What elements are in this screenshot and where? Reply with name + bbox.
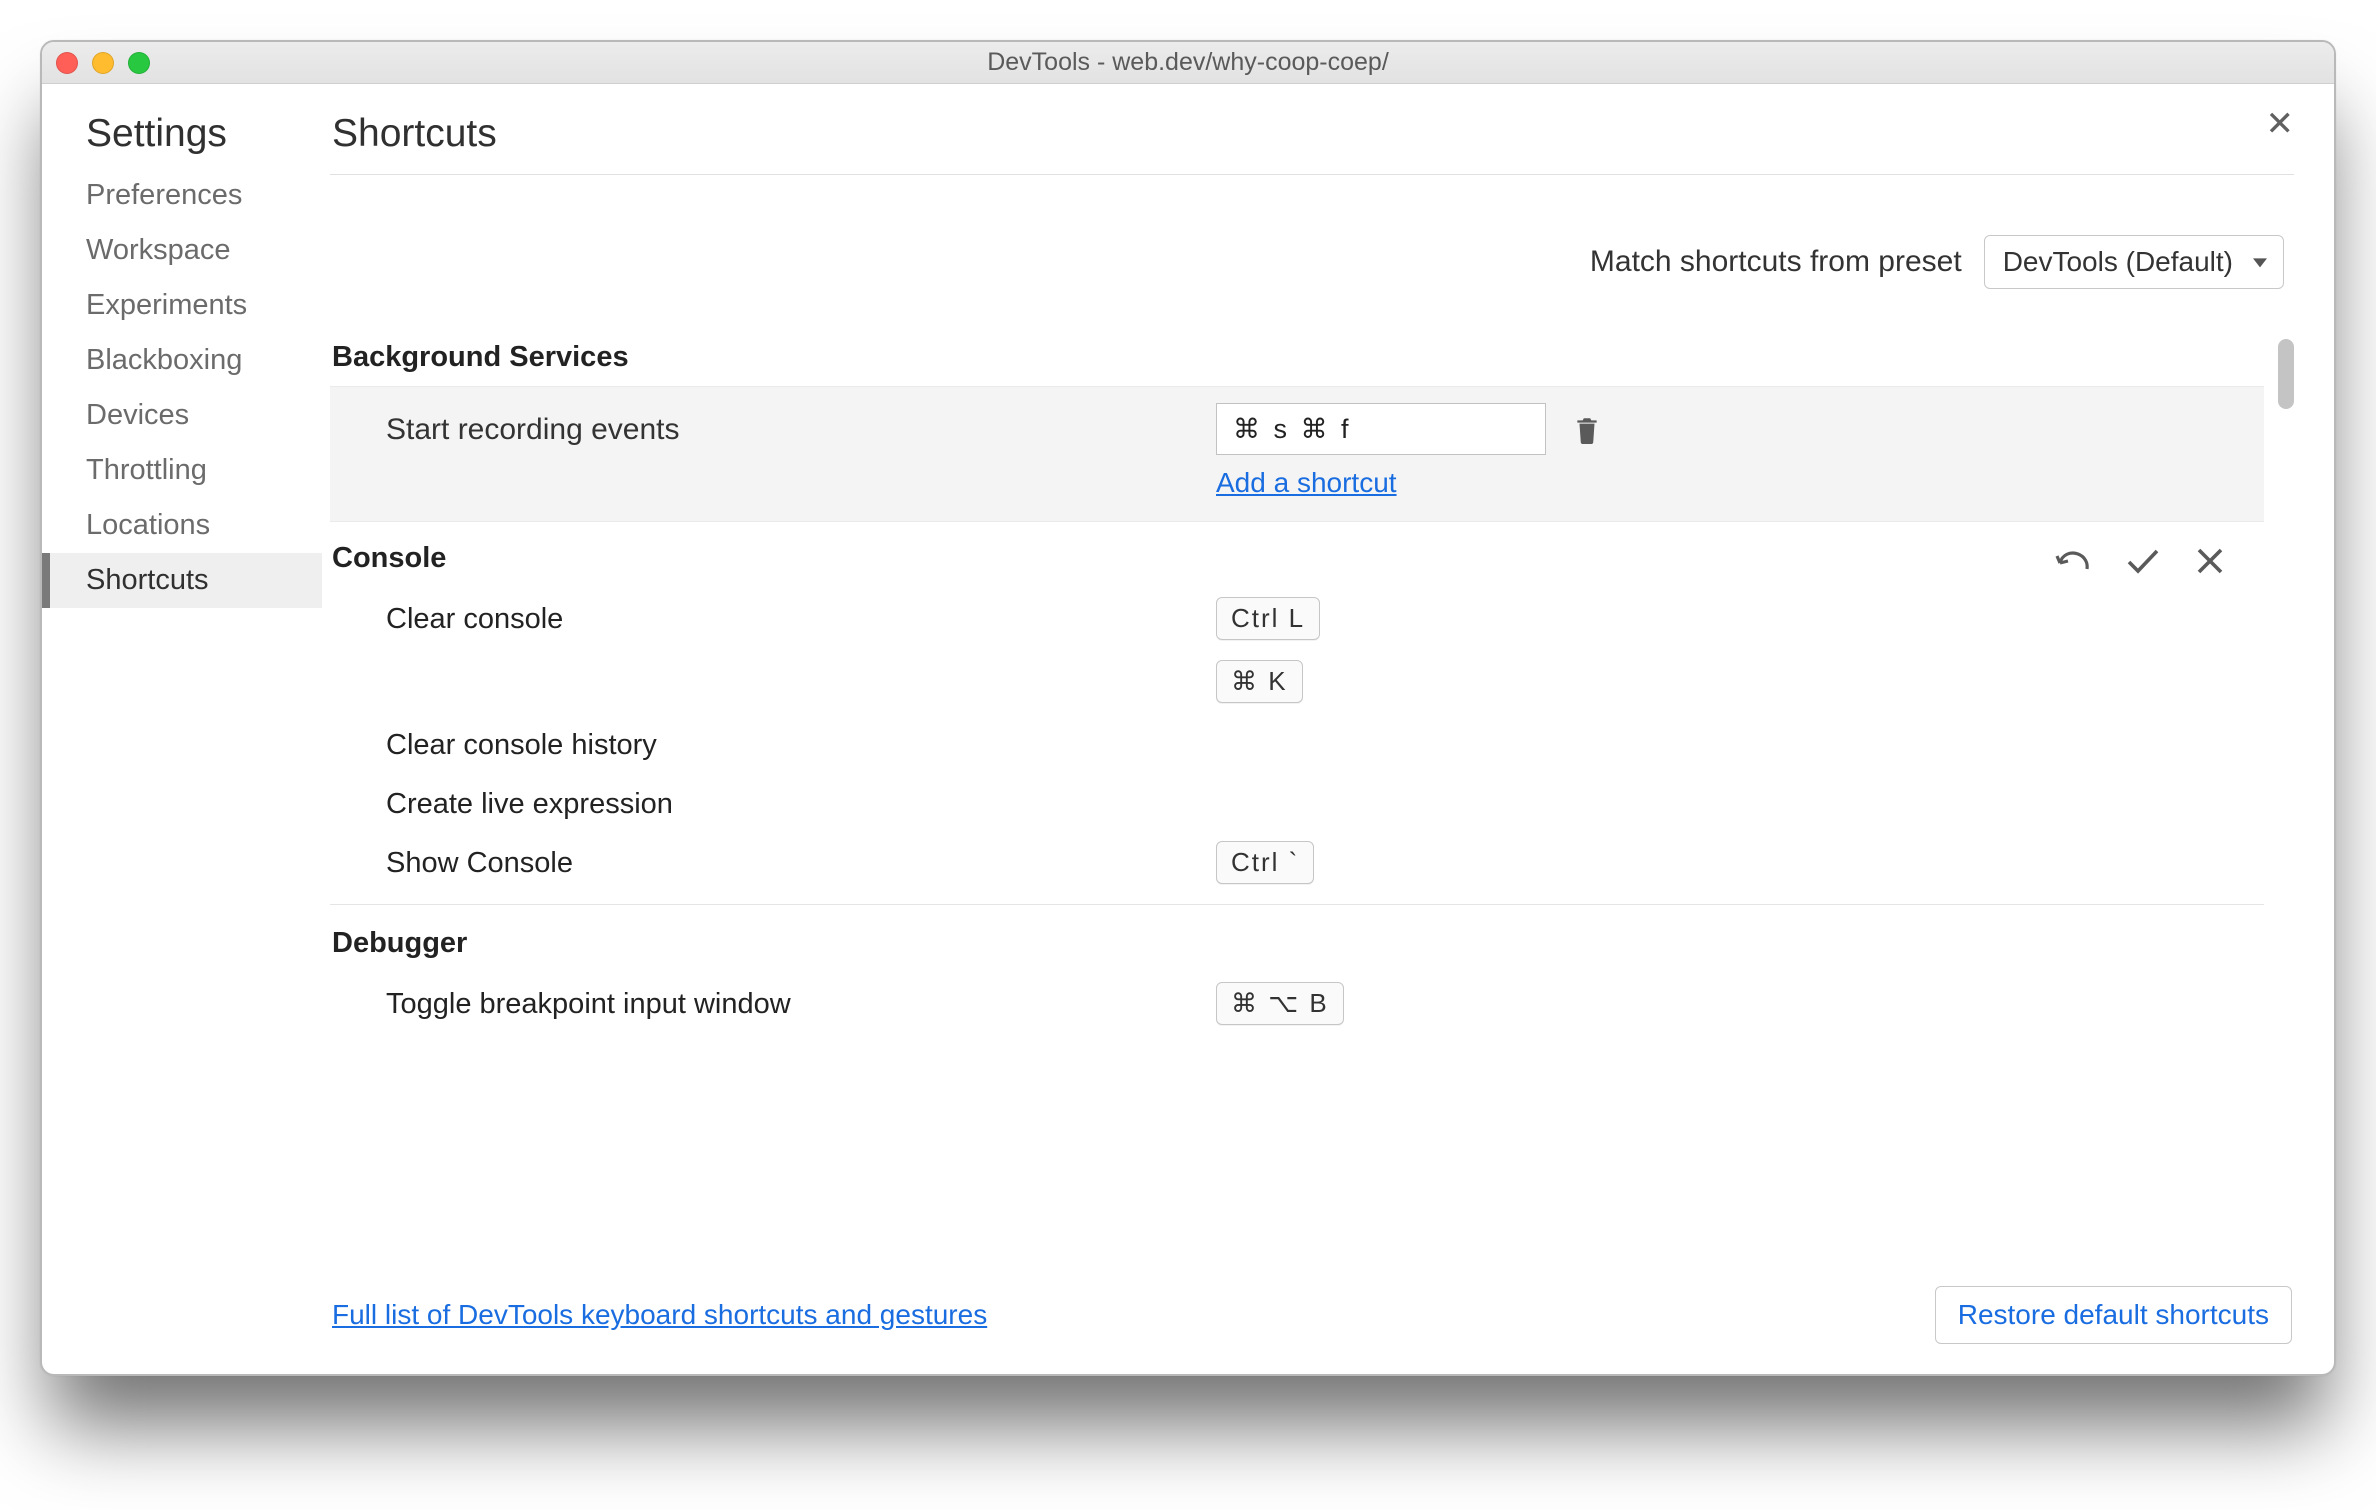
confirm-icon[interactable] (2126, 547, 2160, 575)
sidebar-item-preferences[interactable]: Preferences (42, 168, 322, 223)
shortcut-row[interactable]: Clear console history (330, 713, 2264, 772)
shortcut-row-alt: ⌘ K (330, 650, 2264, 713)
shortcut-input-value: ⌘ s ⌘ f (1233, 414, 1352, 445)
section-title-debugger: Debugger (330, 915, 2264, 972)
window-traffic-lights (56, 52, 150, 74)
sidebar-title: Settings (42, 112, 322, 168)
delete-shortcut-icon[interactable] (1574, 414, 1600, 444)
sidebar-item-experiments[interactable]: Experiments (42, 278, 322, 333)
sidebar-item-blackboxing[interactable]: Blackboxing (42, 333, 322, 388)
section-title-background-services: Background Services (330, 329, 2264, 386)
preset-label: Match shortcuts from preset (1590, 245, 1962, 279)
sidebar-item-workspace[interactable]: Workspace (42, 223, 322, 278)
zoom-window-button[interactable] (128, 52, 150, 74)
settings-sidebar: Settings Preferences Workspace Experimen… (42, 84, 322, 1374)
sidebar-item-locations[interactable]: Locations (42, 498, 322, 553)
main-panel: ✕ Shortcuts Match shortcuts from preset … (322, 84, 2334, 1374)
devtools-settings-window: DevTools - web.dev/why-coop-coep/ Settin… (40, 40, 2336, 1376)
shortcut-keycap: ⌘ ⌥ B (1216, 982, 1344, 1025)
shortcut-keycap: Ctrl ` (1216, 841, 1314, 884)
shortcut-row[interactable]: Toggle breakpoint input window ⌘ ⌥ B (330, 972, 2264, 1035)
window-title: DevTools - web.dev/why-coop-coep/ (42, 48, 2334, 77)
footer: Full list of DevTools keyboard shortcuts… (330, 1266, 2294, 1374)
shortcut-input[interactable]: ⌘ s ⌘ f (1216, 403, 1546, 455)
shortcut-row[interactable]: Create live expression (330, 772, 2264, 831)
close-window-button[interactable] (56, 52, 78, 74)
window-titlebar: DevTools - web.dev/why-coop-coep/ (42, 42, 2334, 84)
shortcut-label: Show Console (386, 841, 1216, 880)
shortcut-label: Toggle breakpoint input window (386, 982, 1216, 1021)
add-shortcut-link[interactable]: Add a shortcut (1216, 467, 1600, 499)
shortcut-row[interactable]: Show Console Ctrl ` (330, 831, 2264, 894)
sidebar-item-throttling[interactable]: Throttling (42, 443, 322, 498)
revert-icon[interactable] (2054, 547, 2090, 575)
preset-select[interactable]: DevTools (Default) (1984, 235, 2284, 289)
shortcuts-scroll-area: Background Services Start recording even… (330, 329, 2294, 1266)
section-title-console: Console (330, 522, 2264, 587)
preset-selected-value: DevTools (Default) (2003, 246, 2233, 277)
shortcut-keycap: Ctrl L (1216, 597, 1320, 640)
cancel-icon[interactable] (2196, 547, 2224, 575)
shortcut-label: Start recording events (386, 403, 1216, 447)
shortcut-row-editing: Start recording events ⌘ s ⌘ f (330, 386, 2264, 522)
edit-actions (2054, 547, 2224, 575)
full-shortcut-list-link[interactable]: Full list of DevTools keyboard shortcuts… (332, 1299, 987, 1331)
shortcut-label-empty (386, 660, 1216, 666)
sidebar-item-devices[interactable]: Devices (42, 388, 322, 443)
divider (330, 904, 2264, 905)
page-title: Shortcuts (330, 84, 2294, 174)
minimize-window-button[interactable] (92, 52, 114, 74)
shortcut-row[interactable]: Clear console Ctrl L (330, 587, 2264, 650)
shortcut-keycap: ⌘ K (1216, 660, 1303, 703)
close-settings-button[interactable]: ✕ (2266, 104, 2295, 144)
shortcut-label: Create live expression (386, 782, 1216, 821)
scrollbar-thumb[interactable] (2278, 339, 2294, 409)
shortcut-label: Clear console (386, 597, 1216, 636)
sidebar-item-shortcuts[interactable]: Shortcuts (42, 553, 322, 608)
restore-defaults-button[interactable]: Restore default shortcuts (1935, 1286, 2292, 1344)
shortcut-label: Clear console history (386, 723, 1216, 762)
